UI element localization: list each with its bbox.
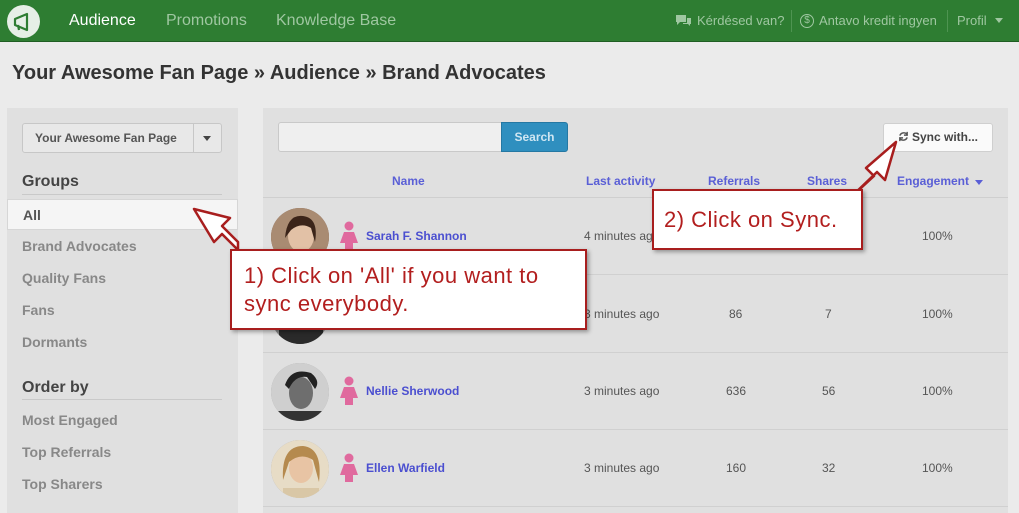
search-input[interactable] (278, 122, 502, 152)
profile-label: Profil (957, 13, 987, 28)
nav-divider (791, 10, 792, 32)
table-row[interactable]: Nellie Sherwood 3 minutes ago 636 56 100… (263, 353, 1008, 430)
female-icon (340, 376, 358, 405)
last-activity: 3 minutes ago (584, 307, 660, 321)
col-shares[interactable]: Shares (807, 174, 847, 188)
credit-label: Antavo kredit ingyen (819, 13, 937, 28)
callout-step-2: 2) Click on Sync. (652, 189, 863, 250)
fan-name-link[interactable]: Nellie Sherwood (366, 384, 459, 398)
nav-divider (947, 10, 948, 32)
female-icon (340, 453, 358, 482)
last-activity: 3 minutes ago (584, 461, 660, 475)
order-heading: Order by (22, 379, 89, 396)
sync-button[interactable]: Sync with... (883, 123, 993, 152)
help-link[interactable]: Kérdésed van? (675, 13, 784, 28)
order-top-sharers[interactable]: Top Sharers (22, 476, 103, 492)
col-last-activity[interactable]: Last activity (586, 174, 655, 188)
group-brand-advocates[interactable]: Brand Advocates (22, 238, 137, 254)
order-top-referrals[interactable]: Top Referrals (22, 444, 111, 460)
sidebar: Your Awesome Fan Page Groups All Brand A… (7, 108, 238, 513)
groups-divider (22, 194, 222, 195)
groups-heading: Groups (22, 173, 79, 190)
page-select-value: Your Awesome Fan Page (35, 131, 177, 145)
top-navbar: Audience Promotions Knowledge Base Kérdé… (0, 0, 1019, 42)
referrals-count: 86 (729, 307, 743, 321)
dollar-icon: $ (800, 13, 814, 28)
engagement-value: 100% (922, 461, 953, 475)
sync-label: Sync with... (911, 130, 978, 144)
table-row[interactable]: Ellen Warfield 3 minutes ago 160 32 100% (263, 430, 1008, 507)
shares-count: 32 (822, 461, 836, 475)
group-dormants[interactable]: Dormants (22, 334, 87, 350)
refresh-icon (899, 131, 908, 142)
page-select[interactable]: Your Awesome Fan Page (22, 123, 222, 153)
col-name[interactable]: Name (392, 174, 425, 188)
callout-step-1: 1) Click on 'All' if you want to sync ev… (230, 249, 587, 330)
page-title: Your Awesome Fan Page » Audience » Brand… (12, 62, 546, 84)
page-select-toggle[interactable] (193, 124, 221, 152)
group-all[interactable]: All (7, 199, 238, 230)
nav-knowledge-base[interactable]: Knowledge Base (276, 12, 396, 30)
referrals-count: 636 (726, 384, 747, 398)
shares-count: 7 (825, 307, 832, 321)
last-activity: 3 minutes ago (584, 384, 660, 398)
fan-name-link[interactable]: Sarah F. Shannon (366, 229, 467, 243)
nav-audience[interactable]: Audience (69, 12, 136, 30)
sort-down-icon (975, 180, 984, 185)
order-divider (22, 399, 222, 400)
help-label: Kérdésed van? (697, 13, 785, 28)
col-referrals[interactable]: Referrals (708, 174, 760, 188)
order-most-engaged[interactable]: Most Engaged (22, 412, 118, 428)
search-button[interactable]: Search (501, 122, 568, 152)
fan-name-link[interactable]: Ellen Warfield (366, 461, 445, 475)
group-fans[interactable]: Fans (22, 302, 55, 318)
female-icon (340, 221, 358, 250)
profile-menu[interactable]: Profil (957, 13, 1003, 28)
avatar (271, 363, 329, 421)
avatar (271, 440, 329, 498)
chevron-down-icon (203, 136, 211, 141)
engagement-value: 100% (922, 307, 953, 321)
logo[interactable] (7, 5, 40, 38)
nav-promotions[interactable]: Promotions (166, 12, 247, 30)
col-engagement[interactable]: Engagement (897, 174, 984, 188)
group-quality-fans[interactable]: Quality Fans (22, 270, 106, 286)
credit-link[interactable]: $ Antavo kredit ingyen (800, 13, 937, 28)
engagement-value: 100% (922, 229, 953, 243)
megaphone-icon (13, 12, 29, 32)
shares-count: 56 (822, 384, 836, 398)
chat-icon (676, 15, 691, 26)
col-engagement-label: Engagement (897, 174, 970, 188)
chevron-down-icon (994, 18, 1003, 23)
referrals-count: 160 (726, 461, 747, 475)
engagement-value: 100% (922, 384, 953, 398)
last-activity: 4 minutes ago (584, 229, 660, 243)
